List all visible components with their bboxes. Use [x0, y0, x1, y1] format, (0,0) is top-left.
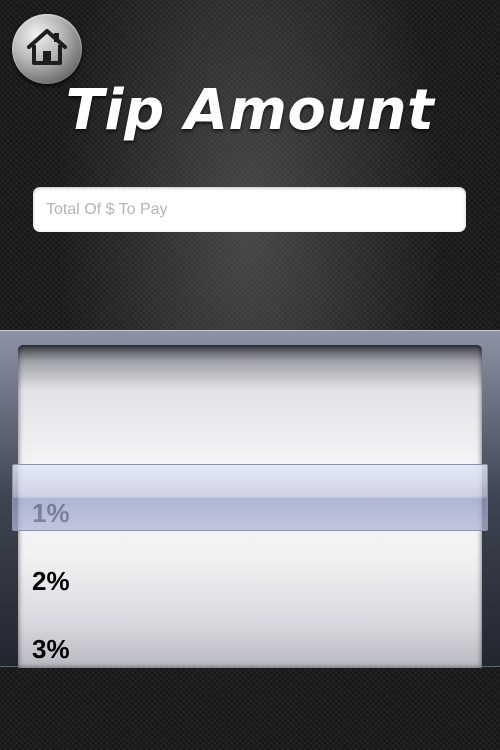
picker-option-3-percent[interactable]: 3%	[32, 629, 70, 668]
home-button[interactable]	[12, 14, 82, 84]
picker-option-2-percent[interactable]: 2%	[32, 561, 70, 601]
page-title: Tip Amount	[65, 78, 435, 143]
total-amount-input[interactable]	[33, 187, 466, 232]
picker-option-1-percent[interactable]: 1%	[32, 493, 70, 533]
house-icon	[27, 29, 67, 65]
tip-percent-picker: 1% 2% 3%	[0, 330, 500, 668]
picker-wheel[interactable]: 1% 2% 3%	[18, 345, 482, 668]
